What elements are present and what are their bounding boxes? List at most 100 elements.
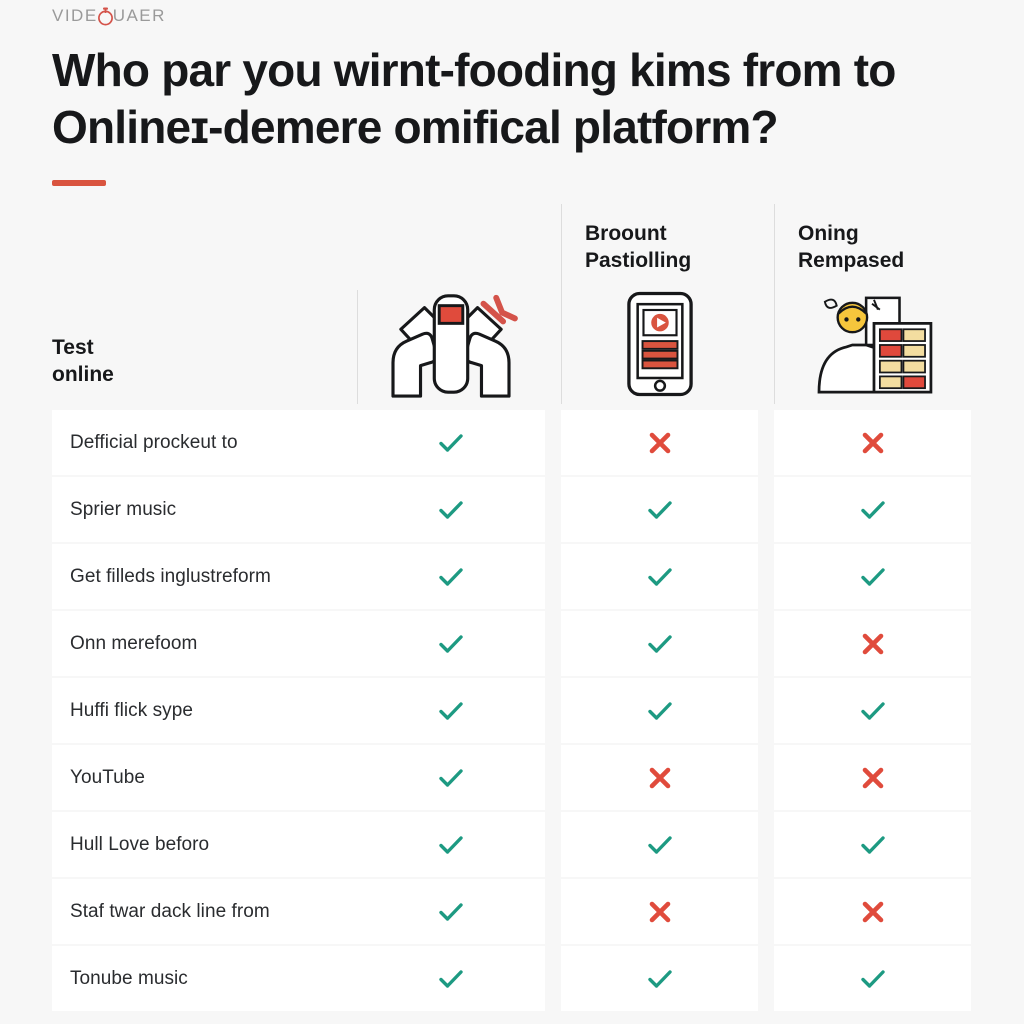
row-label: Onn merefoom — [52, 611, 357, 676]
cell-check-icon — [357, 410, 545, 475]
check-icon — [858, 696, 888, 726]
person-comparison-chart-icon — [774, 284, 971, 404]
comparison-table: Test online Broount Pastiolling Oning Re… — [52, 202, 980, 1011]
cell-gap — [758, 544, 774, 609]
column-header-mobile: Broount Pastiolling — [561, 202, 758, 410]
check-icon — [436, 830, 466, 860]
cell-check-icon — [357, 544, 545, 609]
check-icon — [858, 495, 888, 525]
cell-gap — [758, 812, 774, 877]
cell-cross-icon — [774, 611, 971, 676]
check-icon — [436, 629, 466, 659]
table-row: Staf twar dack line from — [52, 879, 980, 944]
accent-divider — [52, 180, 106, 186]
check-icon — [645, 629, 675, 659]
cell-check-icon — [774, 544, 971, 609]
cell-gap — [545, 544, 561, 609]
table-row: Tonube music — [52, 946, 980, 1011]
cross-icon — [858, 897, 888, 927]
table-row: Sprier music — [52, 477, 980, 542]
cell-check-icon — [561, 946, 758, 1011]
cell-gap — [758, 879, 774, 944]
cell-check-icon — [357, 477, 545, 542]
cell-cross-icon — [561, 410, 758, 475]
cell-cross-icon — [774, 879, 971, 944]
check-icon — [645, 495, 675, 525]
check-icon — [436, 964, 466, 994]
cell-cross-icon — [774, 410, 971, 475]
row-label: Sprier music — [52, 477, 357, 542]
check-icon — [436, 428, 466, 458]
cell-check-icon — [774, 678, 971, 743]
cell-check-icon — [774, 812, 971, 877]
page-title: Who par you wirnt-fooding kims from to O… — [52, 44, 896, 153]
row-label: YouTube — [52, 745, 357, 810]
cell-check-icon — [357, 812, 545, 877]
cross-icon — [645, 763, 675, 793]
column-header-brand — [357, 202, 545, 410]
cell-gap — [545, 611, 561, 676]
cell-check-icon — [357, 946, 545, 1011]
cell-gap — [545, 678, 561, 743]
check-icon — [645, 696, 675, 726]
comparison-table-page: VIDE UAER Who par you wirnt-fooding kims… — [0, 0, 1024, 1024]
table-header-row: Test online Broount Pastiolling Oning Re… — [52, 202, 980, 410]
check-icon — [858, 964, 888, 994]
cell-gap — [545, 812, 561, 877]
cross-icon — [645, 897, 675, 927]
table-row: Hull Love beforo — [52, 812, 980, 877]
cell-gap — [545, 946, 561, 1011]
cell-check-icon — [561, 544, 758, 609]
check-icon — [858, 562, 888, 592]
table-row: Onn merefoom — [52, 611, 980, 676]
row-label: Tonube music — [52, 946, 357, 1011]
cell-check-icon — [357, 611, 545, 676]
logo-text-before: VIDE — [52, 6, 98, 25]
smartphone-video-playlist-icon — [561, 284, 758, 404]
cell-gap — [758, 410, 774, 475]
logo-text-after: UAER — [112, 6, 166, 25]
column-header-label: Test online — [52, 202, 357, 410]
cross-icon — [645, 428, 675, 458]
check-icon — [436, 897, 466, 927]
check-icon — [436, 495, 466, 525]
table-body: Defficial prockeut to Sprier music Get fil… — [52, 410, 980, 1011]
cross-icon — [858, 629, 888, 659]
cell-check-icon — [561, 611, 758, 676]
cell-gap — [758, 477, 774, 542]
cell-gap — [545, 745, 561, 810]
site-logo[interactable]: VIDE UAER — [52, 4, 166, 28]
cell-check-icon — [561, 477, 758, 542]
cell-gap — [545, 879, 561, 944]
check-icon — [645, 830, 675, 860]
header-gap-1 — [545, 202, 561, 410]
table-row: Huffi flick sype — [52, 678, 980, 743]
check-icon — [436, 562, 466, 592]
video-stopwatch-logo-icon — [97, 6, 114, 26]
cell-gap — [758, 611, 774, 676]
cell-gap — [545, 477, 561, 542]
backpack-hands-illustration-icon — [357, 284, 545, 404]
cell-gap — [545, 410, 561, 475]
row-label: Huffi flick sype — [52, 678, 357, 743]
row-label: Staf twar dack line from — [52, 879, 357, 944]
header-gap-2 — [758, 202, 774, 410]
cell-gap — [758, 745, 774, 810]
column-header-label-title: Test online — [52, 336, 114, 386]
check-icon — [436, 763, 466, 793]
cell-check-icon — [561, 812, 758, 877]
table-row: Get filleds inglustreform — [52, 544, 980, 609]
cell-cross-icon — [561, 879, 758, 944]
row-label: Get filleds inglustreform — [52, 544, 357, 609]
column-header-desktop-title: Oning Rempased — [798, 222, 905, 272]
check-icon — [645, 562, 675, 592]
column-header-mobile-title: Broount Pastiolling — [585, 222, 692, 272]
check-icon — [858, 830, 888, 860]
row-label: Hull Love beforo — [52, 812, 357, 877]
cross-icon — [858, 763, 888, 793]
cell-check-icon — [774, 477, 971, 542]
cell-gap — [758, 678, 774, 743]
cell-check-icon — [774, 946, 971, 1011]
check-icon — [436, 696, 466, 726]
cell-check-icon — [357, 678, 545, 743]
